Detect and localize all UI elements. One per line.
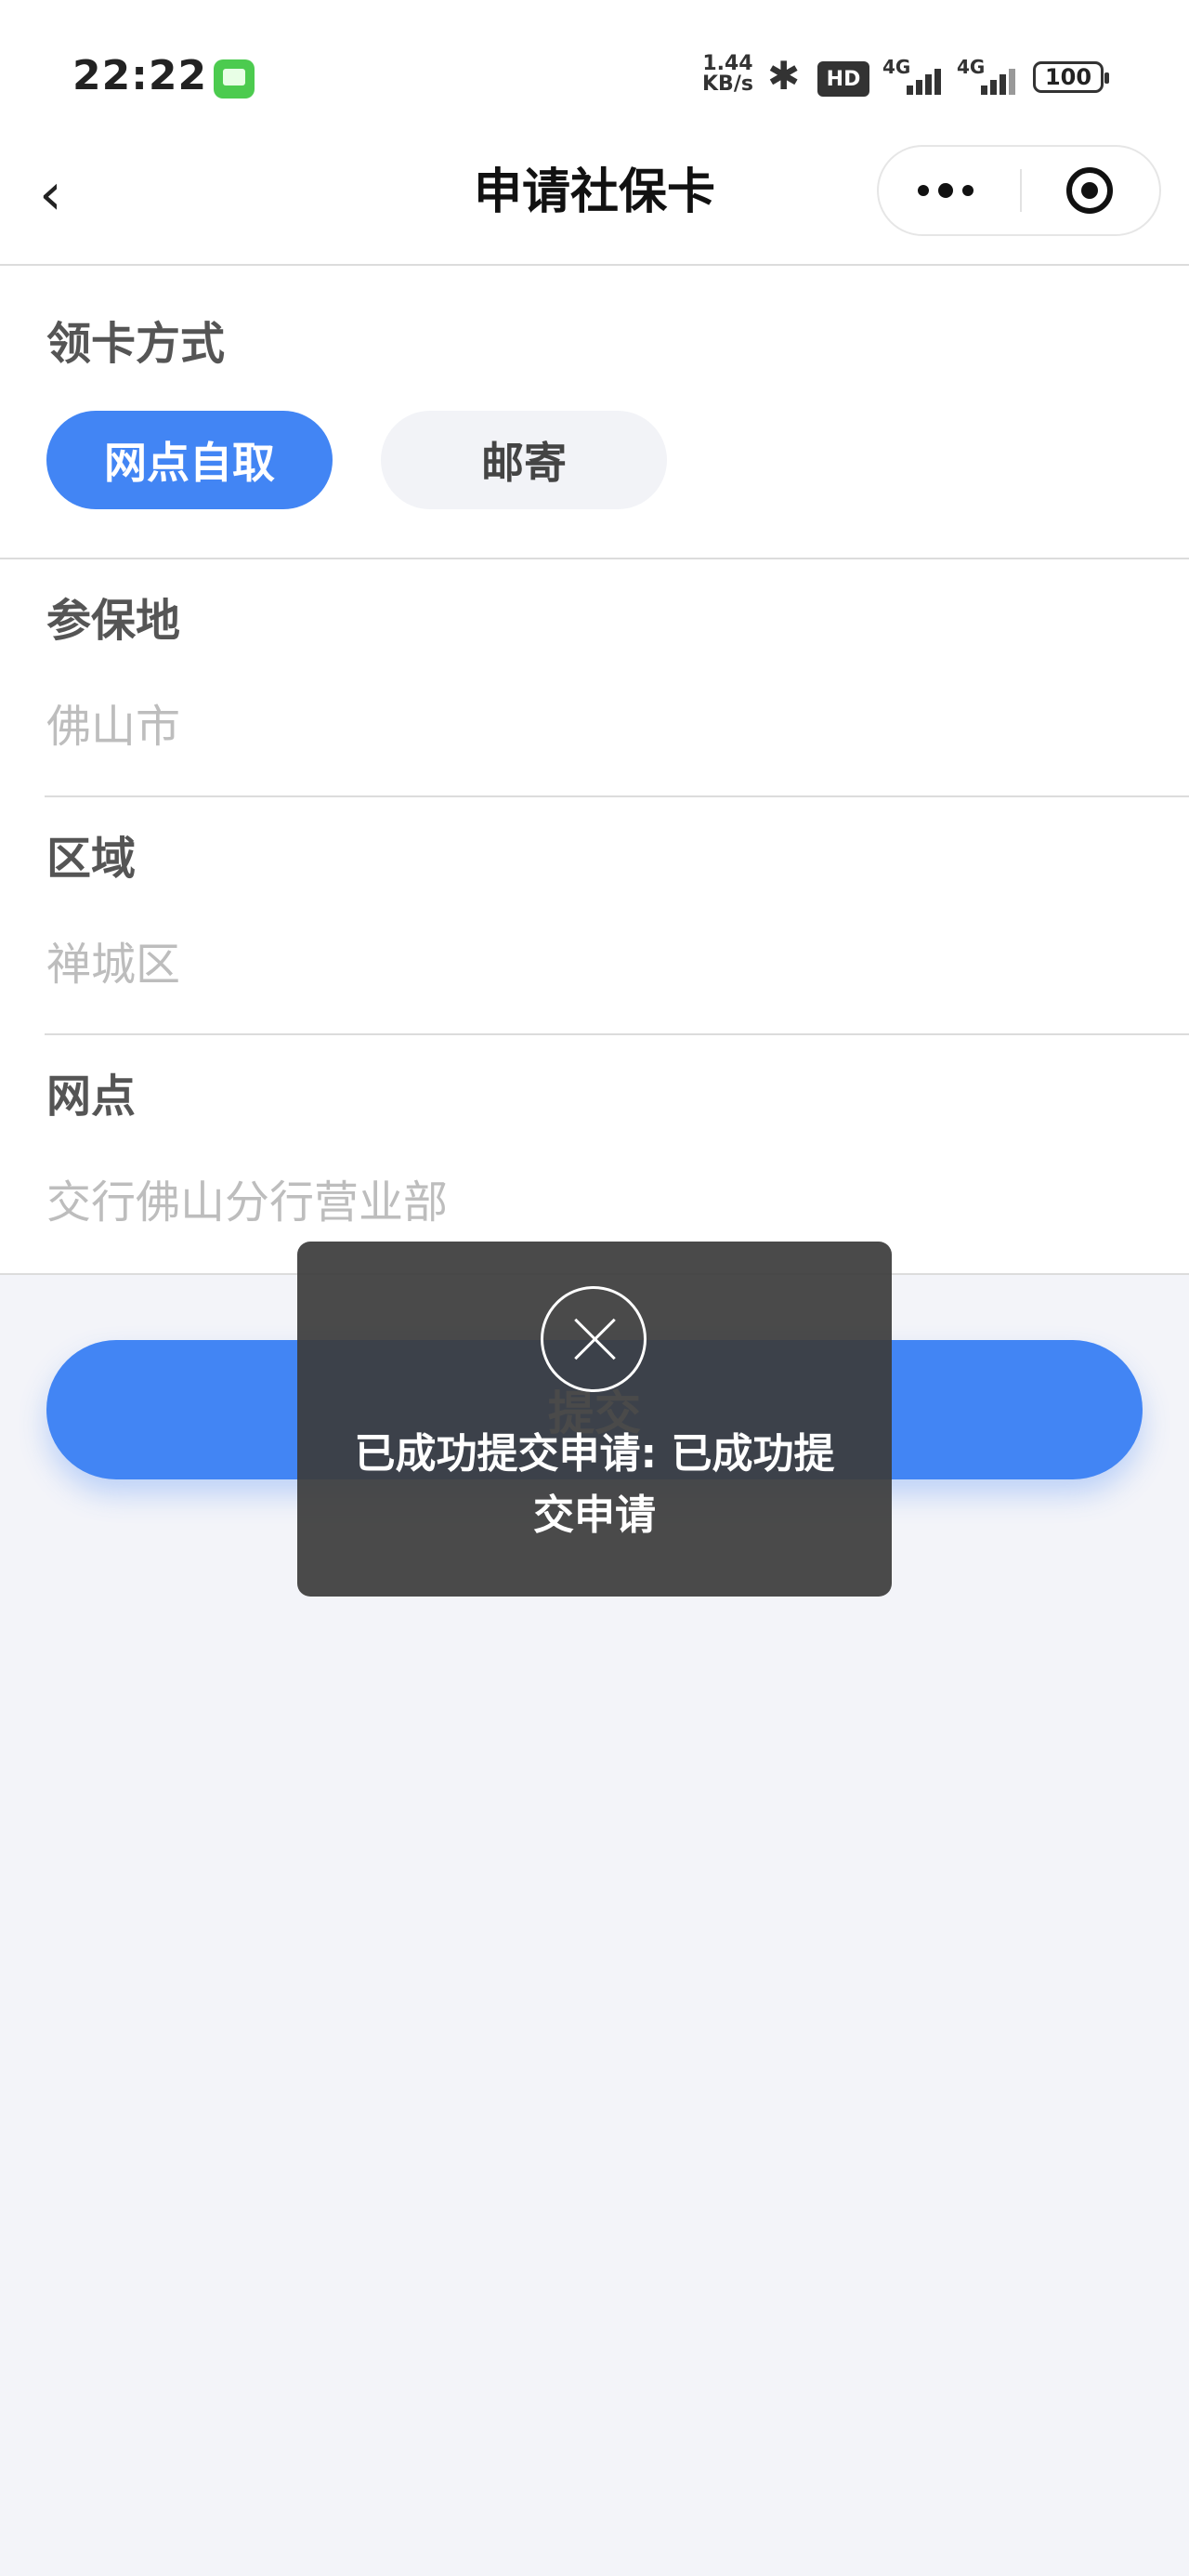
network-speed: 1.44 KB/s [702, 54, 753, 95]
field-district[interactable]: 区域 禅城区 [0, 797, 1189, 1035]
network-speed-unit: KB/s [702, 72, 753, 96]
field-insured-location[interactable]: 参保地 佛山市 [0, 559, 1189, 797]
message-app-icon [214, 59, 255, 99]
pickup-method-section: 领卡方式 网点自取 邮寄 [0, 266, 1189, 559]
toast-message: 已成功提交申请: 已成功提交申请 [354, 1430, 835, 1539]
more-options-icon[interactable] [918, 147, 973, 234]
battery-icon: 100 [1033, 61, 1109, 93]
status-bar: 22:22 1.44 KB/s ✱ HD 4G 4G 100 [0, 0, 1189, 139]
toast-dialog: 已成功提交申请: 已成功提交申请 [297, 1242, 892, 1597]
field-label: 网点 [46, 1071, 137, 1123]
close-circle-icon [541, 1286, 647, 1392]
application-fields: 参保地 佛山市 区域 禅城区 网点 交行佛山分行营业部 [0, 559, 1189, 1275]
capsule-divider [1020, 169, 1022, 212]
clock: 22:22 [72, 52, 208, 99]
field-label: 参保地 [46, 595, 181, 647]
field-value: 交行佛山分行营业部 [46, 1176, 449, 1229]
field-label: 区域 [46, 833, 137, 885]
bluetooth-icon: ✱ [767, 53, 801, 99]
field-branch[interactable]: 网点 交行佛山分行营业部 [0, 1035, 1189, 1273]
option-branch-pickup[interactable]: 网点自取 [46, 411, 333, 509]
nav-bar: ‹ 申请社保卡 [0, 139, 1189, 266]
option-mail[interactable]: 邮寄 [381, 411, 667, 509]
signal-icon-2: 4G [957, 56, 1027, 99]
signal-label: 4G [882, 56, 911, 78]
signal-label-2: 4G [957, 56, 986, 78]
hd-badge: HD [817, 61, 869, 97]
field-value: 佛山市 [46, 701, 181, 753]
network-speed-value: 1.44 [702, 52, 753, 75]
mini-program-capsule [877, 145, 1161, 236]
signal-icon: 4G [882, 56, 953, 99]
close-mini-program-icon[interactable] [1066, 167, 1113, 214]
field-value: 禅城区 [46, 939, 181, 991]
pickup-method-label: 领卡方式 [46, 318, 226, 370]
